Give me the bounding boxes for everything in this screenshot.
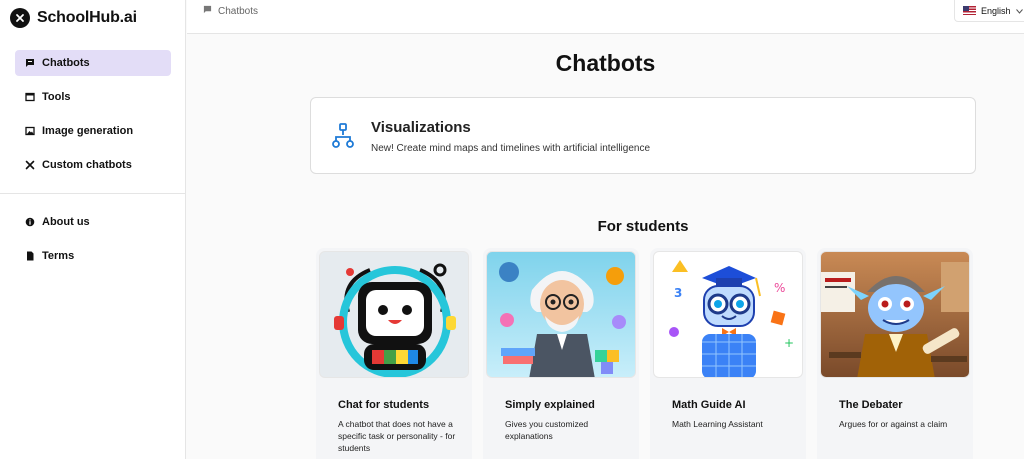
chatbot-card-the-debater[interactable]: The Debater Argues for or against a clai… [817, 248, 973, 459]
chat-icon [25, 58, 35, 68]
feature-description: New! Create mind maps and timelines with… [371, 143, 651, 154]
sidebar-item-image-generation[interactable]: Image generation [15, 118, 171, 144]
logo-icon [10, 8, 30, 28]
breadcrumb-item[interactable]: Chatbots [218, 6, 258, 17]
sidebar-item-custom-chatbots[interactable]: Custom chatbots [15, 152, 171, 178]
visualizations-card[interactable]: Visualizations New! Create mind maps and… [310, 97, 976, 174]
debater-illustration [820, 251, 970, 378]
sidebar-item-tools[interactable]: Tools [15, 84, 171, 110]
sidebar-item-label: Tools [42, 91, 71, 103]
info-icon [25, 217, 35, 227]
chatbot-card-chat-for-students[interactable]: Chat for students A chatbot that does no… [316, 248, 472, 459]
professor-illustration [486, 251, 636, 378]
card-description: A chatbot that does not have a specific … [338, 419, 456, 453]
chat-icon [203, 5, 212, 17]
feature-title: Visualizations [371, 119, 471, 136]
card-title: Chat for students [338, 399, 430, 411]
sidebar: SchoolHub.ai Chatbots Tools Image genera… [0, 0, 186, 459]
card-description: Gives you customized explanations [505, 419, 589, 441]
svg-text:%: % [774, 281, 785, 295]
chatbot-card-math-guide-ai[interactable]: 3 % + Math Guide AI Math Learning Assist… [650, 248, 806, 459]
card-title: Simply explained [505, 399, 595, 411]
card-description: Argues for or against a claim [839, 419, 948, 429]
primary-nav: Chatbots Tools Image generation Custom c… [15, 50, 171, 186]
tools-icon [25, 160, 35, 170]
language-selector[interactable]: English [954, 0, 1024, 22]
brand-name: SchoolHub.ai [37, 9, 137, 26]
chatbot-card-simply-explained[interactable]: Simply explained Gives you customized ex… [483, 248, 639, 459]
language-label: English [981, 5, 1011, 16]
sidebar-item-label: About us [42, 216, 90, 228]
image-icon [25, 126, 35, 136]
chatbot-card-list: Chat for students A chatbot that does no… [316, 248, 973, 459]
sidebar-item-terms[interactable]: Terms [15, 243, 171, 269]
card-title: The Debater [839, 399, 903, 411]
math-robot-illustration: 3 % + [653, 251, 803, 378]
sidebar-item-label: Image generation [42, 125, 134, 137]
page-title: Chatbots [555, 50, 656, 76]
section-title: For students [597, 218, 689, 235]
sidebar-item-label: Custom chatbots [42, 159, 132, 171]
sidebar-item-label: Chatbots [42, 57, 90, 69]
breadcrumb: Chatbots [203, 5, 258, 17]
window-icon [25, 92, 35, 102]
svg-text:+: + [784, 336, 794, 350]
card-title: Math Guide AI [672, 399, 746, 411]
top-bar: Chatbots English [187, 0, 1024, 34]
svg-text:3: 3 [674, 286, 682, 300]
us-flag-icon [963, 6, 976, 15]
sidebar-divider [0, 193, 186, 194]
sidebar-item-label: Terms [42, 250, 75, 262]
sidebar-item-chatbots[interactable]: Chatbots [15, 50, 171, 76]
chevron-down-icon [1015, 6, 1023, 16]
document-icon [25, 251, 35, 261]
secondary-nav: About us Terms [15, 209, 171, 277]
sidebar-item-about-us[interactable]: About us [15, 209, 171, 235]
robot-illustration [319, 251, 469, 378]
brand[interactable]: SchoolHub.ai [10, 8, 137, 28]
hierarchy-icon [331, 123, 355, 149]
card-description: Math Learning Assistant [672, 419, 763, 429]
